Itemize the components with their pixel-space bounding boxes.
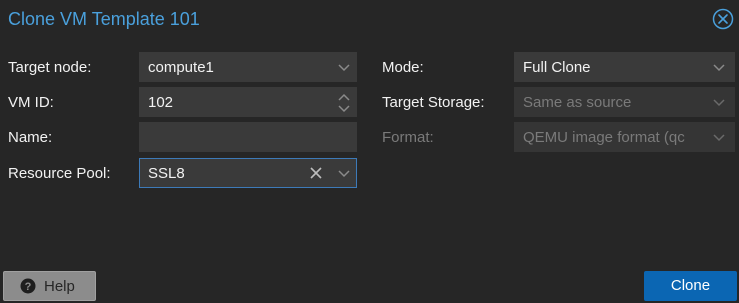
chevron-down-icon[interactable] — [336, 59, 352, 75]
spinner-updown-icon[interactable] — [336, 92, 352, 114]
format-select[interactable]: QEMU image format (qc — [514, 122, 735, 152]
chevron-down-icon[interactable] — [336, 165, 352, 181]
clear-x-icon[interactable] — [309, 166, 323, 180]
clone-button[interactable]: Clone — [644, 271, 737, 301]
target-storage-value: Same as source — [523, 94, 632, 111]
help-button-label: Help — [44, 278, 75, 295]
mode-select[interactable]: Full Clone — [514, 52, 735, 82]
mode-label: Mode: — [382, 59, 424, 76]
name-label: Name: — [8, 129, 53, 146]
svg-text:?: ? — [25, 281, 32, 293]
mode-value: Full Clone — [523, 59, 591, 76]
resource-pool-select[interactable]: SSL8 — [139, 158, 357, 188]
target-node-label: Target node: — [8, 59, 92, 76]
vm-id-spinner[interactable]: 102 — [139, 87, 357, 117]
question-circle-icon: ? — [20, 278, 36, 294]
close-icon[interactable] — [712, 8, 734, 30]
chevron-down-icon[interactable] — [711, 129, 727, 145]
target-node-select[interactable]: compute1 — [139, 52, 357, 82]
dialog-title: Clone VM Template 101 — [8, 9, 200, 29]
resource-pool-label: Resource Pool: — [8, 165, 111, 182]
vm-id-label: VM ID: — [8, 94, 54, 111]
help-button[interactable]: ? Help — [3, 271, 96, 301]
format-label: Format: — [382, 129, 434, 146]
target-storage-label: Target Storage: — [382, 94, 485, 111]
chevron-down-icon[interactable] — [711, 94, 727, 110]
name-input[interactable] — [139, 122, 357, 152]
target-storage-select[interactable]: Same as source — [514, 87, 735, 117]
resource-pool-value: SSL8 — [148, 165, 185, 182]
format-value: QEMU image format (qc — [523, 129, 685, 146]
target-node-value: compute1 — [148, 59, 214, 76]
vm-id-value: 102 — [148, 94, 174, 111]
chevron-down-icon[interactable] — [711, 59, 727, 75]
